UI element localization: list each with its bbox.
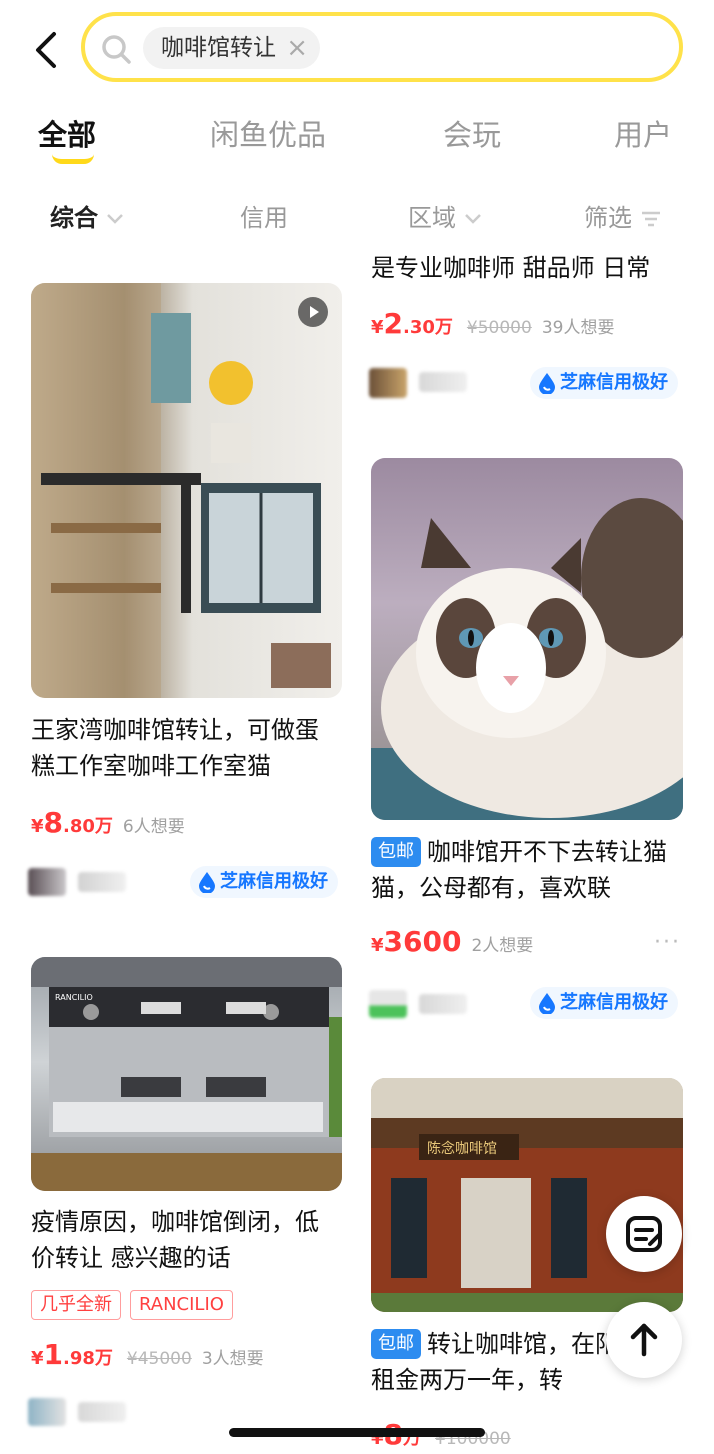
seller-name[interactable] (419, 372, 467, 392)
filter-label: 筛选 (584, 204, 632, 232)
filter-composite[interactable]: 综合 (50, 196, 124, 240)
price: ¥1.98万 (31, 1338, 113, 1371)
original-price: ¥50000 (466, 318, 532, 338)
want-count: 3人想要 (201, 1349, 264, 1369)
avatar[interactable] (28, 1398, 66, 1426)
price-currency: ¥ (31, 816, 44, 837)
chevron-down-icon (107, 214, 123, 224)
cafe-interior-photo (31, 283, 331, 698)
price-row: ¥3600 2人想要 (371, 925, 533, 961)
search-box[interactable]: 咖啡馆转让 × (81, 12, 683, 82)
search-query-chip[interactable]: 咖啡馆转让 × (143, 27, 320, 69)
tag-almost-new: 几乎全新 (31, 1290, 121, 1320)
chevron-down-icon (465, 214, 481, 224)
water-drop-icon (199, 872, 215, 893)
tab-all[interactable]: 全部 (38, 110, 97, 164)
play-icon (298, 297, 328, 327)
price-row: ¥2.30万 ¥50000 39人想要 (371, 307, 614, 343)
badge-text: 芝麻信用极好 (220, 871, 328, 892)
price-decimal: .98万 (63, 1348, 113, 1369)
want-count: 2人想要 (471, 936, 534, 956)
filter-label: 区域 (408, 204, 456, 232)
cat-photo (371, 498, 683, 820)
sesame-credit-badge: 芝麻信用极好 (530, 987, 678, 1019)
avatar[interactable] (369, 990, 407, 1018)
price-main: 8 (43, 806, 64, 839)
post-item-button[interactable] (606, 1196, 682, 1272)
product-image-coffee-machine[interactable]: RANCILIO (31, 957, 342, 1191)
product-image-cat[interactable] (371, 458, 683, 820)
active-tab-indicator (52, 154, 94, 164)
product-title-cat[interactable]: 包邮 咖啡馆开不下去转让猫猫，公母都有，喜欢联 (371, 834, 691, 906)
free-shipping-tag: 包邮 (371, 1329, 421, 1359)
filter-region[interactable]: 区域 (408, 196, 482, 240)
price-row: ¥8.80万 6人想要 (31, 806, 185, 842)
back-button[interactable] (28, 28, 68, 72)
product-title-cafe-interior[interactable]: 王家湾咖啡馆转让，可做蛋糕工作室咖啡工作室猫 (31, 712, 342, 784)
search-header: 咖啡馆转让 × (0, 0, 714, 100)
tab-label: 闲鱼优品 (210, 118, 327, 152)
original-price: ¥45000 (126, 1349, 192, 1369)
filter-screen[interactable]: 筛选 (584, 196, 662, 240)
price-currency: ¥ (371, 317, 384, 338)
price-main: 2 (383, 307, 404, 340)
filter-label: 综合 (50, 204, 98, 232)
filter-credit[interactable]: 信用 (240, 196, 288, 240)
want-count: 39人想要 (541, 318, 615, 338)
home-indicator[interactable] (229, 1428, 485, 1437)
edit-icon (626, 1216, 662, 1252)
price: ¥8.80万 (31, 806, 113, 839)
badge-text: 芝麻信用极好 (560, 992, 668, 1013)
seller-name[interactable] (78, 872, 126, 892)
tab-premium[interactable]: 闲鱼优品 (210, 110, 326, 160)
sesame-credit-badge: 芝麻信用极好 (530, 367, 678, 399)
search-icon (102, 35, 131, 64)
price-currency: ¥ (371, 935, 384, 956)
machine-brand-text: RANCILIO (55, 993, 93, 1002)
arrow-up-icon (630, 1323, 658, 1357)
price-decimal: .80万 (63, 816, 113, 837)
tab-label: 全部 (38, 118, 97, 152)
free-shipping-tag: 包邮 (371, 837, 421, 867)
back-arrow-icon (36, 32, 56, 68)
search-query-text: 咖啡馆转让 (161, 35, 276, 61)
avatar[interactable] (369, 368, 407, 398)
price-row: ¥1.98万 ¥45000 3人想要 (31, 1338, 264, 1374)
product-image-cafe-interior[interactable] (31, 283, 342, 698)
cafe-sign-text: 陈念咖啡馆 (427, 1140, 497, 1157)
tab-play[interactable]: 会玩 (443, 110, 501, 160)
seller-name[interactable] (419, 994, 467, 1014)
tag-brand: RANCILIO (130, 1290, 233, 1320)
sesame-credit-badge: 芝麻信用极好 (190, 866, 338, 898)
product-title-coffee-machine[interactable]: 疫情原因，咖啡馆倒闭，低价转让 感兴趣的话 (31, 1204, 342, 1276)
price-currency: ¥ (31, 1348, 44, 1369)
tab-label: 会玩 (443, 118, 502, 152)
product-image-cafe-front[interactable]: 陈念咖啡馆 (371, 1078, 683, 1312)
tab-users[interactable]: 用户 (614, 110, 672, 160)
price-main: 3600 (383, 925, 462, 958)
price-decimal: .30万 (403, 317, 453, 338)
coffee-machine-photo: RANCILIO (31, 957, 342, 1191)
seller-name[interactable] (78, 1402, 126, 1422)
close-icon[interactable]: × (286, 27, 308, 69)
scroll-top-button[interactable] (606, 1302, 682, 1378)
cafe-front-photo: 陈念咖啡馆 (371, 1078, 683, 1312)
price: ¥2.30万 (371, 307, 453, 340)
more-options-icon[interactable]: ··· (654, 930, 681, 955)
category-tabs: 全部 闲鱼优品 会玩 用户 (0, 110, 714, 176)
water-drop-icon (539, 373, 555, 394)
filter-bar: 综合 信用 区域 筛选 (0, 196, 714, 242)
price: ¥3600 (371, 925, 461, 958)
want-count: 6人想要 (122, 817, 185, 837)
filter-icon (642, 211, 660, 227)
badge-text: 芝麻信用极好 (560, 372, 668, 393)
tab-label: 用户 (614, 118, 673, 152)
price-main: 1 (43, 1338, 64, 1371)
filter-label: 信用 (240, 204, 288, 232)
product-title-top-right[interactable]: 是专业咖啡师 甜品师 日常 (371, 250, 691, 286)
avatar[interactable] (28, 868, 66, 896)
water-drop-icon (539, 993, 555, 1014)
